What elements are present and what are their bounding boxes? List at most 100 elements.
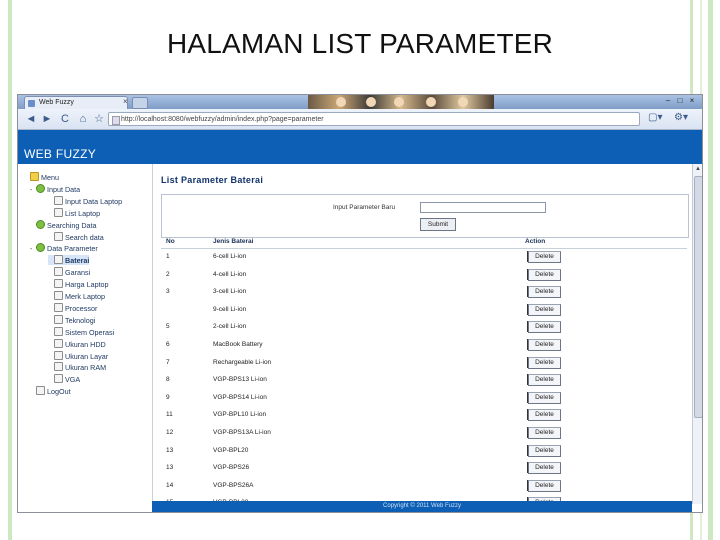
- address-bar[interactable]: http://localhost:8080/webfuzzy/admin/ind…: [108, 112, 640, 126]
- sidebar-item[interactable]: Search data: [48, 231, 104, 242]
- sidebar-item[interactable]: VGA: [48, 374, 80, 384]
- folder-icon: [30, 172, 39, 181]
- sidebar-item[interactable]: - Input Data: [30, 183, 80, 195]
- page-icon: [54, 374, 63, 384]
- page-icon: [54, 207, 63, 217]
- green-icon: [36, 243, 45, 253]
- home-icon[interactable]: ⌂: [76, 112, 90, 126]
- sidebar-item-label: Menu: [41, 173, 59, 182]
- row-jenis-baterai: MacBook Battery: [213, 341, 263, 348]
- sidebar-item[interactable]: LogOut: [30, 386, 71, 396]
- scrollbar[interactable]: ▲: [692, 164, 702, 504]
- app-footer: Copyright © 2011 Web Fuzzy: [152, 501, 692, 512]
- sidebar-item[interactable]: Ukuran HDD: [48, 338, 106, 349]
- sidebar-item-label: Merk Laptop: [65, 292, 105, 301]
- maximize-icon[interactable]: □: [674, 96, 686, 105]
- sidebar-item[interactable]: Ukuran Layar: [48, 350, 108, 361]
- table-row: 2 4-cell Li-ion Delete: [161, 266, 687, 284]
- delete-button[interactable]: Delete: [527, 427, 561, 439]
- slide-border-right: [708, 0, 713, 540]
- delete-button[interactable]: Delete: [527, 268, 561, 281]
- table-row: 13 VGP-BPL20 Delete: [161, 442, 687, 460]
- page-icon: [54, 338, 63, 348]
- table-row: 14 VGP-BPS26A Delete: [161, 477, 687, 495]
- table-row: 8 VGP-BPS13 Li-ion Delete: [161, 371, 687, 389]
- sidebar-item[interactable]: Menu: [24, 172, 59, 182]
- table-row: 3 3-cell Li-ion Delete: [161, 283, 687, 301]
- row-number: 11: [166, 411, 173, 419]
- sidebar-item[interactable]: Input Data Laptop: [48, 195, 122, 206]
- green-icon: [36, 183, 45, 193]
- sidebar-item[interactable]: Sistem Operasi: [48, 326, 115, 337]
- table-row: 12 VGP-BPS13A Li-ion Delete: [161, 424, 687, 442]
- slide-border-left: [8, 0, 12, 540]
- row-jenis-baterai: VGP-BPS26A: [213, 481, 254, 489]
- delete-button[interactable]: Delete: [527, 444, 561, 457]
- page-icon: [54, 302, 63, 312]
- bookmark-star-icon[interactable]: ☆: [92, 112, 106, 126]
- sidebar-item-label: Baterai: [65, 256, 90, 266]
- back-icon[interactable]: ◄: [24, 112, 38, 126]
- delete-button[interactable]: Delete: [527, 356, 561, 369]
- page-icon: [54, 326, 63, 336]
- browser-theme-banner: [308, 95, 494, 109]
- delete-button[interactable]: Delete: [527, 251, 561, 263]
- delete-button[interactable]: Delete: [527, 374, 561, 387]
- scrollbar-thumb[interactable]: [694, 176, 702, 418]
- sidebar-item[interactable]: Searching Data: [30, 219, 97, 230]
- sidebar-item-label: Ukuran HDD: [65, 339, 106, 349]
- tab-close-icon[interactable]: ×: [123, 96, 128, 108]
- page-menu-icon[interactable]: ▢▾: [648, 112, 662, 123]
- row-jenis-baterai: 9-cell Li-ion: [213, 305, 247, 313]
- row-number: 9: [166, 393, 170, 401]
- sidebar-item-label: List Laptop: [65, 208, 101, 218]
- browser-tab[interactable]: Web Fuzzy ×: [24, 96, 128, 109]
- delete-button[interactable]: Delete: [527, 479, 561, 492]
- scroll-up-icon[interactable]: ▲: [694, 165, 702, 173]
- page-icon: [54, 279, 63, 289]
- delete-button[interactable]: Delete: [527, 321, 561, 334]
- sidebar-item[interactable]: Merk Laptop: [48, 291, 105, 301]
- submit-button[interactable]: Submit: [420, 218, 456, 231]
- delete-button[interactable]: Delete: [527, 409, 561, 422]
- row-jenis-baterai: VGP-BPL10 Li-ion: [213, 411, 267, 419]
- sidebar-item[interactable]: Ukuran RAM: [48, 362, 106, 372]
- delete-button[interactable]: Delete: [527, 391, 561, 404]
- page-icon: [54, 195, 63, 205]
- parameter-input[interactable]: [420, 202, 546, 213]
- delete-button[interactable]: Delete: [527, 286, 561, 299]
- sidebar-item[interactable]: List Laptop: [48, 207, 101, 218]
- sidebar-item-label: Data Parameter: [47, 244, 98, 254]
- sidebar-item-label: Search data: [65, 232, 104, 242]
- app-header: WEB FUZZY: [18, 130, 702, 164]
- tab-title: Web Fuzzy: [39, 99, 74, 106]
- minimize-icon[interactable]: –: [662, 96, 674, 105]
- header-action: Action: [525, 238, 546, 245]
- table-row: 13 VGP-BPS26 Delete: [161, 459, 687, 477]
- window-close-icon[interactable]: ×: [686, 96, 698, 105]
- row-number: 8: [166, 376, 170, 384]
- sidebar-item[interactable]: - Data Parameter: [30, 243, 98, 254]
- row-number: 2: [166, 270, 170, 278]
- sidebar-tree: Menu - Input Data Input Data Laptop List Lap…: [18, 164, 153, 512]
- address-url: http://localhost:8080/webfuzzy/admin/ind…: [121, 116, 324, 123]
- reload-icon[interactable]: C: [58, 112, 72, 126]
- sidebar-item[interactable]: Processor: [48, 302, 98, 313]
- sidebar-item[interactable]: Teknologi: [48, 314, 95, 325]
- row-number: 12: [166, 429, 174, 436]
- sidebar-item[interactable]: Baterai: [48, 255, 90, 266]
- table-row: 7 Rechargeable Li-ion Delete: [161, 354, 687, 372]
- sidebar-item[interactable]: Harga Laptop: [48, 279, 109, 289]
- delete-button[interactable]: Delete: [527, 462, 561, 475]
- delete-button[interactable]: Delete: [527, 303, 561, 316]
- delete-button[interactable]: Delete: [527, 339, 561, 351]
- sidebar-item[interactable]: Garansi: [48, 267, 90, 277]
- page-title: List Parameter Baterai: [161, 175, 264, 185]
- sidebar-item-label: Processor: [65, 303, 98, 313]
- table-row: 9 VGP-BPS14 Li-ion Delete: [161, 389, 687, 407]
- row-number: 7: [166, 358, 170, 366]
- forward-icon[interactable]: ►: [40, 112, 54, 126]
- sidebar-item-label: Sistem Operasi: [65, 327, 115, 337]
- tools-menu-icon[interactable]: ⚙▾: [674, 112, 688, 123]
- new-tab-button[interactable]: [132, 97, 148, 109]
